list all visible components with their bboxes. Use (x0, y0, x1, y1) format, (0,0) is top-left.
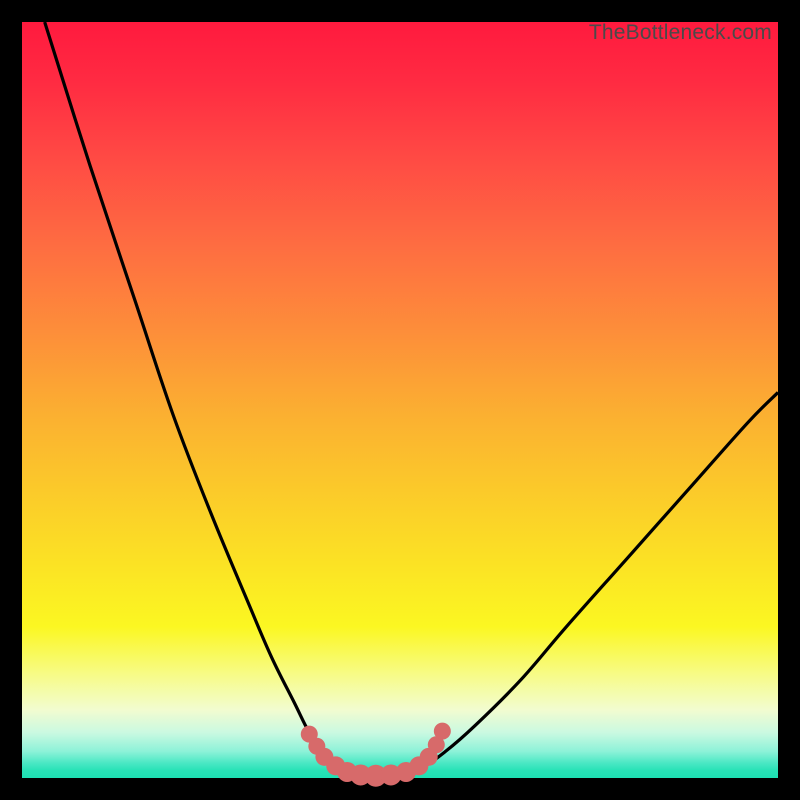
curve-marker (434, 723, 451, 740)
bottleneck-curve (22, 22, 778, 778)
plot-area: TheBottleneck.com (22, 22, 778, 778)
chart-frame: TheBottleneck.com (0, 0, 800, 800)
curve-markers (301, 723, 451, 787)
curve-path (45, 22, 778, 775)
